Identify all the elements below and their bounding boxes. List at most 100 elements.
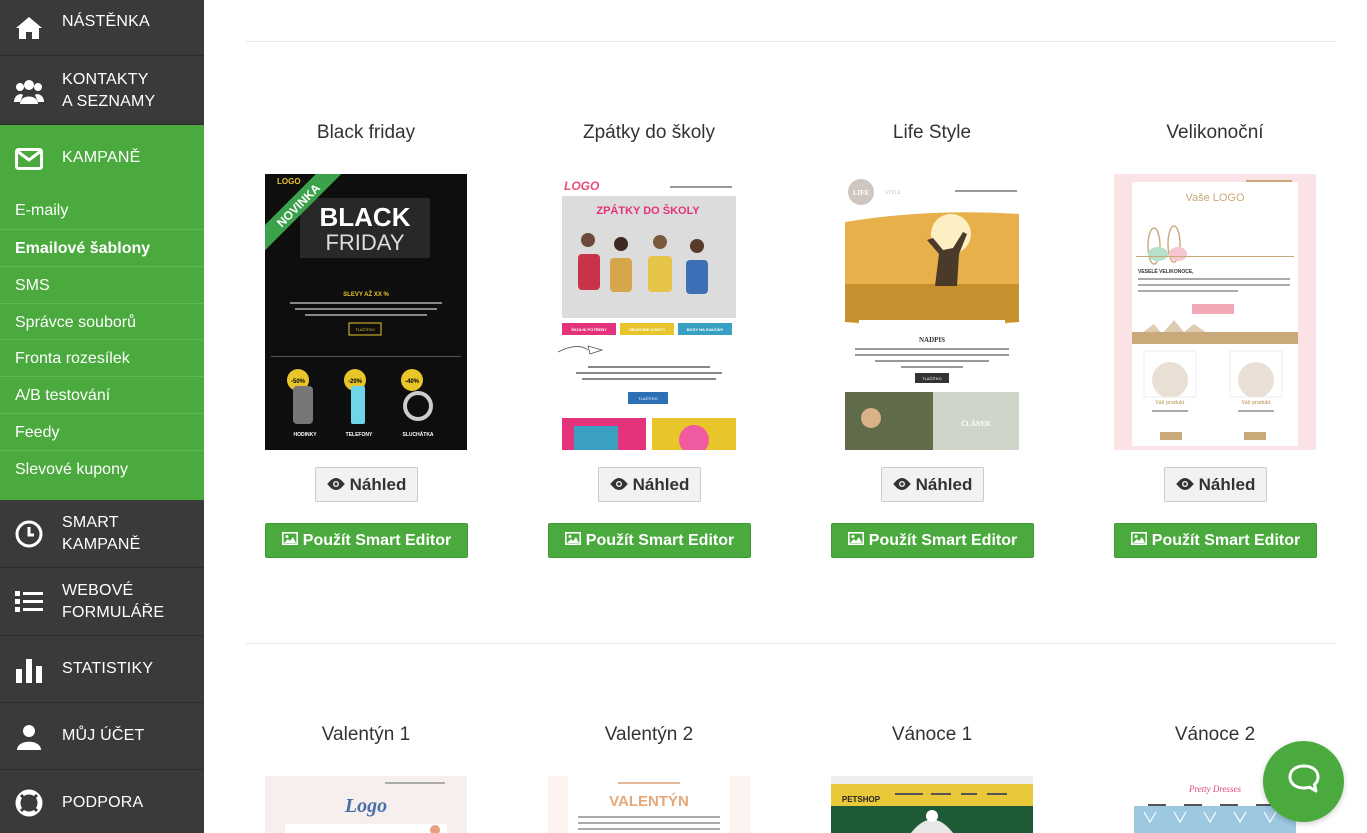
thumb-text: TLAČÍTKO <box>922 376 942 381</box>
eye-icon <box>326 475 345 495</box>
image-icon <box>1130 531 1147 550</box>
nav-item-contacts[interactable]: KONTAKTY A SEZNAMY <box>0 57 204 125</box>
nav-label: SMART <box>62 514 119 531</box>
campaigns-submenu: E-maily Emailové šablony SMS Správce sou… <box>0 192 204 500</box>
preview-button[interactable]: Náhled <box>1164 467 1267 502</box>
template-title: Valentýn 2 <box>604 724 694 745</box>
use-smart-editor-button[interactable]: Použít Smart Editor <box>831 523 1034 558</box>
thumb-text: VALENTÝN <box>609 792 689 810</box>
thumb-logo: Logo <box>344 795 387 817</box>
nav-label: STATISTIKY <box>62 660 154 677</box>
thumb-text: Váš produkt <box>1242 400 1271 406</box>
submenu-item-sms[interactable]: SMS <box>0 266 204 303</box>
template-thumbnail[interactable]: Logo <box>265 776 467 833</box>
template-thumbnail[interactable]: Vaše LOGO VESELÉ VELIKONOCE, Váš produkt <box>1114 174 1316 450</box>
thumb-text: ČLÁNEK <box>961 420 992 428</box>
template-thumbnail[interactable]: LIFE STYLE NADPIS TLAČÍTKO ČLÁNEK <box>831 174 1033 450</box>
thumb-text: NADPIS <box>919 336 945 344</box>
nav-item-smart-campaigns[interactable]: SMART KAMPANĚ <box>0 500 204 568</box>
user-icon <box>14 722 44 752</box>
template-thumbnail[interactable]: VALENTÝN <box>548 776 750 833</box>
thumb-text: BLACK <box>320 202 411 232</box>
smart-editor-label: Použít Smart Editor <box>868 531 1018 549</box>
preview-label: Náhled <box>1198 474 1256 494</box>
template-thumbnail[interactable]: LOGO BLACK FRIDAY NOVINKA SLEVY AŽ XX % … <box>265 174 467 450</box>
submenu-item-feeds[interactable]: Feedy <box>0 413 204 450</box>
thumb-text: TLAČÍTKO <box>638 396 658 401</box>
home-icon <box>14 13 44 43</box>
thumb-text: BOXY NA SVAČINY <box>687 327 724 332</box>
submenu-item-emails[interactable]: E-maily <box>0 192 204 229</box>
thumb-logo: STYLE <box>885 191 901 196</box>
thumb-logo: Pretty Dresses <box>1188 784 1242 794</box>
template-title: Velikonoční <box>1166 122 1264 143</box>
eye-icon <box>892 475 911 495</box>
nav-label: MŮJ ÚČET <box>62 727 145 744</box>
clock-icon <box>14 519 44 549</box>
nav-label: KONTAKTY <box>62 71 149 88</box>
eye-icon <box>609 475 628 495</box>
template-thumbnail[interactable]: PETSHOP <box>831 776 1033 833</box>
thumb-logo: LIFE <box>853 189 870 197</box>
smart-editor-label: Použít Smart Editor <box>302 531 452 549</box>
thumb-text: VESELÉ VELIKONOCE, <box>1138 267 1194 275</box>
thumb-text: SLEVY AŽ XX % <box>343 290 389 298</box>
sidebar: NÁSTĚNKA KONTAKTY A SEZNAMY KAMPANĚ E-ma… <box>0 0 204 833</box>
preview-button[interactable]: Náhled <box>881 467 984 502</box>
nav-label: NÁSTĚNKA <box>62 13 150 30</box>
nav-label-line2: A SEZNAMY <box>62 93 156 110</box>
thumb-text: -20% <box>348 379 363 385</box>
thumb-logo: LOGO <box>564 179 600 193</box>
thumb-text: ZPÁTKY DO ŠKOLY <box>596 204 700 217</box>
preview-label: Náhled <box>915 474 973 494</box>
thumb-text: TELEFONY <box>346 432 373 438</box>
thumb-logo: Vaše LOGO <box>1185 192 1245 204</box>
thumb-logo: LOGO <box>277 177 301 186</box>
template-thumbnail[interactable]: LOGO ZPÁTKY DO ŠKOLY ŠKOLNÍ POTŘEBY OBLE… <box>548 174 750 450</box>
template-title: Zpátky do školy <box>583 122 715 143</box>
nav-label-line2: FORMULÁŘE <box>62 604 165 621</box>
use-smart-editor-button[interactable]: Použít Smart Editor <box>265 523 468 558</box>
chat-icon <box>1287 763 1321 800</box>
thumb-text: -40% <box>405 379 420 385</box>
divider <box>246 41 1336 42</box>
nav-item-web-forms[interactable]: WEBOVÉ FORMULÁŘE <box>0 568 204 636</box>
nav-item-campaigns[interactable]: KAMPANĚ <box>0 125 204 192</box>
thumb-text: Váš produkt <box>1156 400 1185 406</box>
nav-item-my-account[interactable]: MŮJ ÚČET <box>0 703 204 770</box>
nav-label-line2: KAMPANĚ <box>62 536 141 553</box>
smart-editor-label: Použít Smart Editor <box>1151 531 1301 549</box>
template-title: Vánoce 1 <box>891 724 973 745</box>
thumb-text: TLAČÍTKO <box>355 327 375 332</box>
lifebuoy-icon <box>14 788 44 818</box>
submenu-item-send-queue[interactable]: Fronta rozesílek <box>0 339 204 376</box>
submenu-item-coupons[interactable]: Slevové kupony <box>0 450 204 487</box>
use-smart-editor-button[interactable]: Použít Smart Editor <box>1114 523 1317 558</box>
preview-label: Náhled <box>632 474 690 494</box>
thumb-text: HODINKY <box>293 432 317 438</box>
submenu-item-email-templates[interactable]: Emailové šablony <box>0 229 204 266</box>
template-title: Valentýn 1 <box>321 724 411 745</box>
thumb-text: -50% <box>291 379 306 385</box>
use-smart-editor-button[interactable]: Použít Smart Editor <box>548 523 751 558</box>
preview-button[interactable]: Náhled <box>315 467 418 502</box>
template-title: Black friday <box>316 122 416 143</box>
preview-button[interactable]: Náhled <box>598 467 701 502</box>
nav-item-statistics[interactable]: STATISTIKY <box>0 636 204 703</box>
submenu-item-ab-testing[interactable]: A/B testování <box>0 376 204 413</box>
thumb-text: OBLEČENÍ A BOTY <box>629 327 666 332</box>
thumb-text: FRIDAY <box>325 230 404 255</box>
nav-label: WEBOVÉ <box>62 582 134 599</box>
submenu-item-file-manager[interactable]: Správce souborů <box>0 303 204 340</box>
chat-widget-button[interactable] <box>1263 741 1344 822</box>
list-icon <box>14 587 44 617</box>
template-title: Life Style <box>892 122 972 143</box>
envelope-icon <box>14 144 44 174</box>
preview-label: Náhled <box>349 474 407 494</box>
nav-item-support[interactable]: PODPORA <box>0 770 204 833</box>
nav-label: PODPORA <box>62 794 144 811</box>
eye-icon <box>1175 475 1194 495</box>
image-icon <box>281 531 298 550</box>
nav-item-dashboard[interactable]: NÁSTĚNKA <box>0 0 204 56</box>
thumb-text: SLUCHÁTKA <box>402 431 433 438</box>
